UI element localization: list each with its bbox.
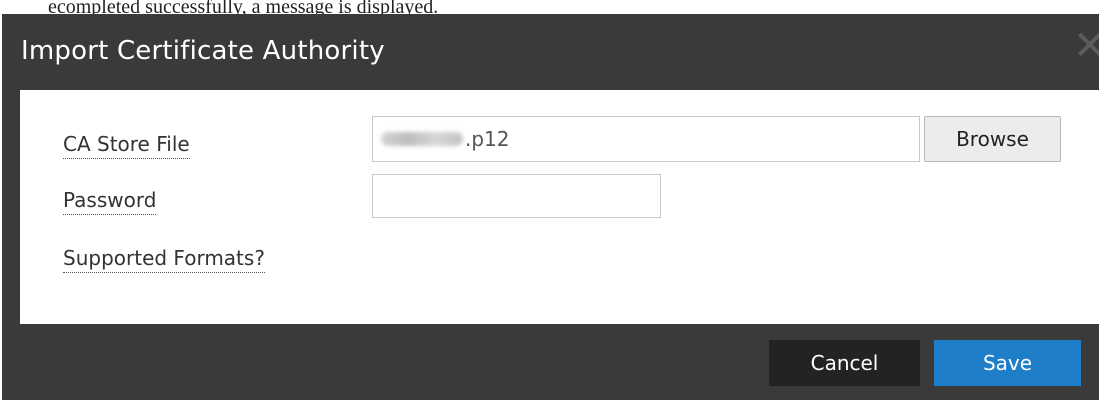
dialog-titlebar: Import Certificate Authority ✕ [2, 14, 1099, 88]
supported-formats-link[interactable]: Supported Formats? [63, 246, 265, 273]
dialog-title: Import Certificate Authority [21, 36, 385, 66]
password-input[interactable] [372, 174, 661, 218]
browse-button[interactable]: Browse [924, 116, 1061, 162]
ca-store-file-field[interactable]: . p12 [372, 116, 920, 162]
import-certificate-authority-dialog: Import Certificate Authority ✕ CA Store … [2, 14, 1099, 400]
cancel-button[interactable]: Cancel [769, 340, 920, 386]
save-button[interactable]: Save [934, 340, 1081, 386]
password-label[interactable]: Password [63, 188, 157, 215]
ca-store-file-label[interactable]: CA Store File [63, 132, 190, 159]
dialog-body: CA Store File . p12 Browse Password Suppo… [20, 90, 1099, 324]
ca-store-file-value: p12 [471, 127, 510, 151]
close-icon[interactable]: ✕ [1073, 26, 1099, 66]
blurred-filename [381, 132, 463, 146]
